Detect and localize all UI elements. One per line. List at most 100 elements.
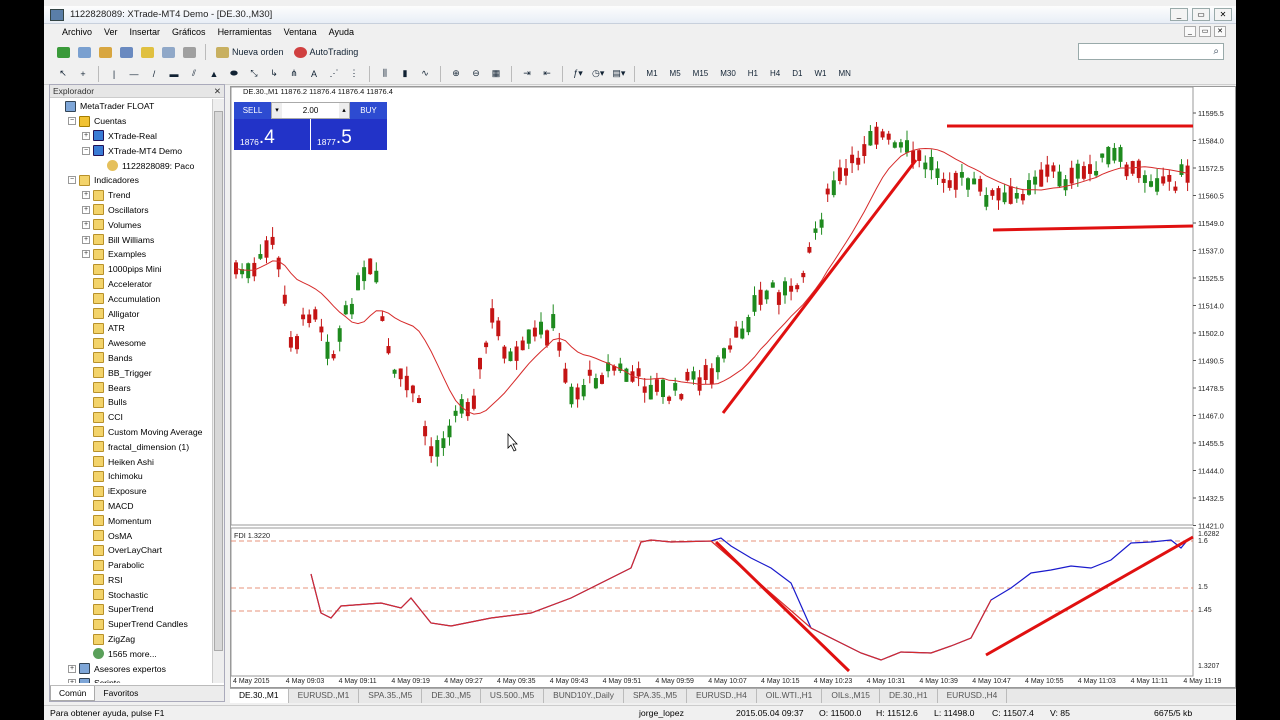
tree-node[interactable]: Bulls	[50, 395, 212, 410]
sell-button[interactable]: SELL	[234, 102, 271, 119]
autoscroll-button[interactable]: ⇥	[518, 65, 536, 83]
tree-node[interactable]: Bands	[50, 351, 212, 366]
tree-node[interactable]: Accelerator	[50, 277, 212, 292]
data-window-button[interactable]	[117, 43, 136, 61]
arrows-tool[interactable]: ↳	[265, 65, 283, 83]
chart-tab[interactable]: US.500.,M5	[481, 689, 545, 703]
tree-node[interactable]: BB_Trigger	[50, 365, 212, 380]
tf-h4[interactable]: H4	[765, 65, 785, 83]
mdi-restore-button[interactable]: ▭	[1199, 26, 1211, 37]
chart-tab[interactable]: EURUSD.,M1	[289, 689, 360, 703]
indicators-button[interactable]: ƒ▾	[569, 65, 587, 83]
lot-size-field[interactable]: ▾ 2.00 ▴	[271, 102, 350, 119]
tree-node[interactable]: ZigZag	[50, 632, 212, 647]
explorer-scrollbar[interactable]	[212, 99, 224, 683]
ellipse-tool[interactable]: ⬬	[225, 65, 243, 83]
chart-window[interactable]: 11595.5 11584.0 11572.5 11560.5 11549.0 11537…	[230, 86, 1236, 688]
expand-icon[interactable]: +	[82, 250, 90, 259]
tab-favoritos[interactable]: Favoritos	[95, 686, 146, 701]
tree-node[interactable]: Stochastic	[50, 587, 212, 602]
tree-node[interactable]: ATR	[50, 321, 212, 336]
trendline-tool[interactable]: /	[145, 65, 163, 83]
expand-icon[interactable]: +	[82, 220, 90, 229]
expand-icon[interactable]: +	[82, 235, 90, 244]
chart-tab[interactable]: EURUSD.,H4	[687, 689, 757, 703]
vertical-line-tool[interactable]: |	[105, 65, 123, 83]
tree-node[interactable]: + Volumes	[50, 217, 212, 232]
new-chart-button[interactable]	[54, 43, 73, 61]
scroll-thumb[interactable]	[214, 111, 223, 651]
tree-node[interactable]: Awesome	[50, 336, 212, 351]
tree-node[interactable]: SuperTrend	[50, 602, 212, 617]
expand-icon[interactable]: −	[82, 146, 90, 155]
cursor-tool[interactable]: ↖	[54, 65, 72, 83]
expand-icon[interactable]: −	[68, 117, 76, 126]
navigator-button[interactable]	[138, 43, 157, 61]
tree-node[interactable]: − Indicadores	[50, 173, 212, 188]
zoom-in-button[interactable]: ⊕	[447, 65, 465, 83]
tree-node[interactable]: Accumulation	[50, 291, 212, 306]
menu-graficos[interactable]: Gráficos	[166, 27, 212, 37]
tree-node[interactable]: Alligator	[50, 306, 212, 321]
expand-icon[interactable]: +	[82, 131, 90, 140]
text-tool[interactable]: A	[305, 65, 323, 83]
rectangle-tool[interactable]: ▬	[165, 65, 183, 83]
tree-node[interactable]: MACD	[50, 499, 212, 514]
pitchfork-tool[interactable]: ⋔	[285, 65, 303, 83]
expand-icon[interactable]: +	[82, 191, 90, 200]
tree-node[interactable]: OsMA	[50, 528, 212, 543]
menu-insertar[interactable]: Insertar	[124, 27, 167, 37]
crosshair-tool[interactable]: +	[74, 65, 92, 83]
tree-node[interactable]: + Asesores expertos	[50, 661, 212, 676]
tester-button[interactable]	[180, 43, 199, 61]
profiles-button[interactable]	[75, 43, 94, 61]
chart-tab[interactable]: OILs.,M15	[822, 689, 880, 703]
menu-herramientas[interactable]: Herramientas	[212, 27, 278, 37]
tree-node[interactable]: SuperTrend Candles	[50, 617, 212, 632]
grid-tool[interactable]: ⋮	[345, 65, 363, 83]
buy-price[interactable]: 1877.5	[311, 119, 387, 150]
minimize-button[interactable]: _	[1170, 8, 1188, 21]
tree-node[interactable]: + Examples	[50, 247, 212, 262]
candle-chart-button[interactable]: ▮	[396, 65, 414, 83]
tree-node[interactable]: − Cuentas	[50, 114, 212, 129]
tree-node[interactable]: + Bill Williams	[50, 232, 212, 247]
chart-tab[interactable]: EURUSD.,H4	[938, 689, 1008, 703]
mdi-minimize-button[interactable]: _	[1184, 26, 1196, 37]
tf-m15[interactable]: M15	[688, 65, 714, 83]
menu-ayuda[interactable]: Ayuda	[323, 27, 360, 37]
mdi-close-button[interactable]: ✕	[1214, 26, 1226, 37]
tree-node[interactable]: Custom Moving Average	[50, 425, 212, 440]
sell-price[interactable]: 1876.4	[234, 119, 310, 150]
chart-tab[interactable]: OIL.WTI.,H1	[757, 689, 823, 703]
tree-node[interactable]: Bears	[50, 380, 212, 395]
tree-node[interactable]: RSI	[50, 573, 212, 588]
tree-node[interactable]: Ichimoku	[50, 469, 212, 484]
tree-node[interactable]: 1122828089: Paco	[50, 158, 212, 173]
expand-icon[interactable]: +	[68, 679, 76, 683]
tile-windows-button[interactable]: ▦	[487, 65, 505, 83]
channel-tool[interactable]: ⫽	[185, 65, 203, 83]
tree-node[interactable]: + Oscillators	[50, 203, 212, 218]
autotrading-button[interactable]: AutoTrading	[290, 43, 363, 61]
tree-node[interactable]: CCI	[50, 410, 212, 425]
tree-node[interactable]: + XTrade-Real	[50, 129, 212, 144]
chart-tab[interactable]: DE.30.,H1	[880, 689, 938, 703]
maximize-button[interactable]: ▭	[1192, 8, 1210, 21]
tree-node[interactable]: Parabolic	[50, 558, 212, 573]
tf-h1[interactable]: H1	[743, 65, 763, 83]
zoom-out-button[interactable]: ⊖	[467, 65, 485, 83]
tf-m30[interactable]: M30	[715, 65, 741, 83]
expand-icon[interactable]: +	[68, 664, 76, 673]
triangle-tool[interactable]: ▲	[205, 65, 223, 83]
tree-node[interactable]: − XTrade-MT4 Demo	[50, 143, 212, 158]
tree-node[interactable]: 1000pips Mini	[50, 262, 212, 277]
expand-icon[interactable]: +	[82, 205, 90, 214]
tree-node[interactable]: + Scripts	[50, 676, 212, 683]
close-button[interactable]: ✕	[1214, 8, 1232, 21]
chart-tab[interactable]: SPA.35.,M5	[624, 689, 688, 703]
tf-d1[interactable]: D1	[787, 65, 807, 83]
periods-button[interactable]: ◷▾	[589, 65, 607, 83]
price-chart[interactable]: 11595.5 11584.0 11572.5 11560.5 11549.0 11537…	[231, 87, 1235, 687]
tree-node[interactable]: 1565 more...	[50, 646, 212, 661]
